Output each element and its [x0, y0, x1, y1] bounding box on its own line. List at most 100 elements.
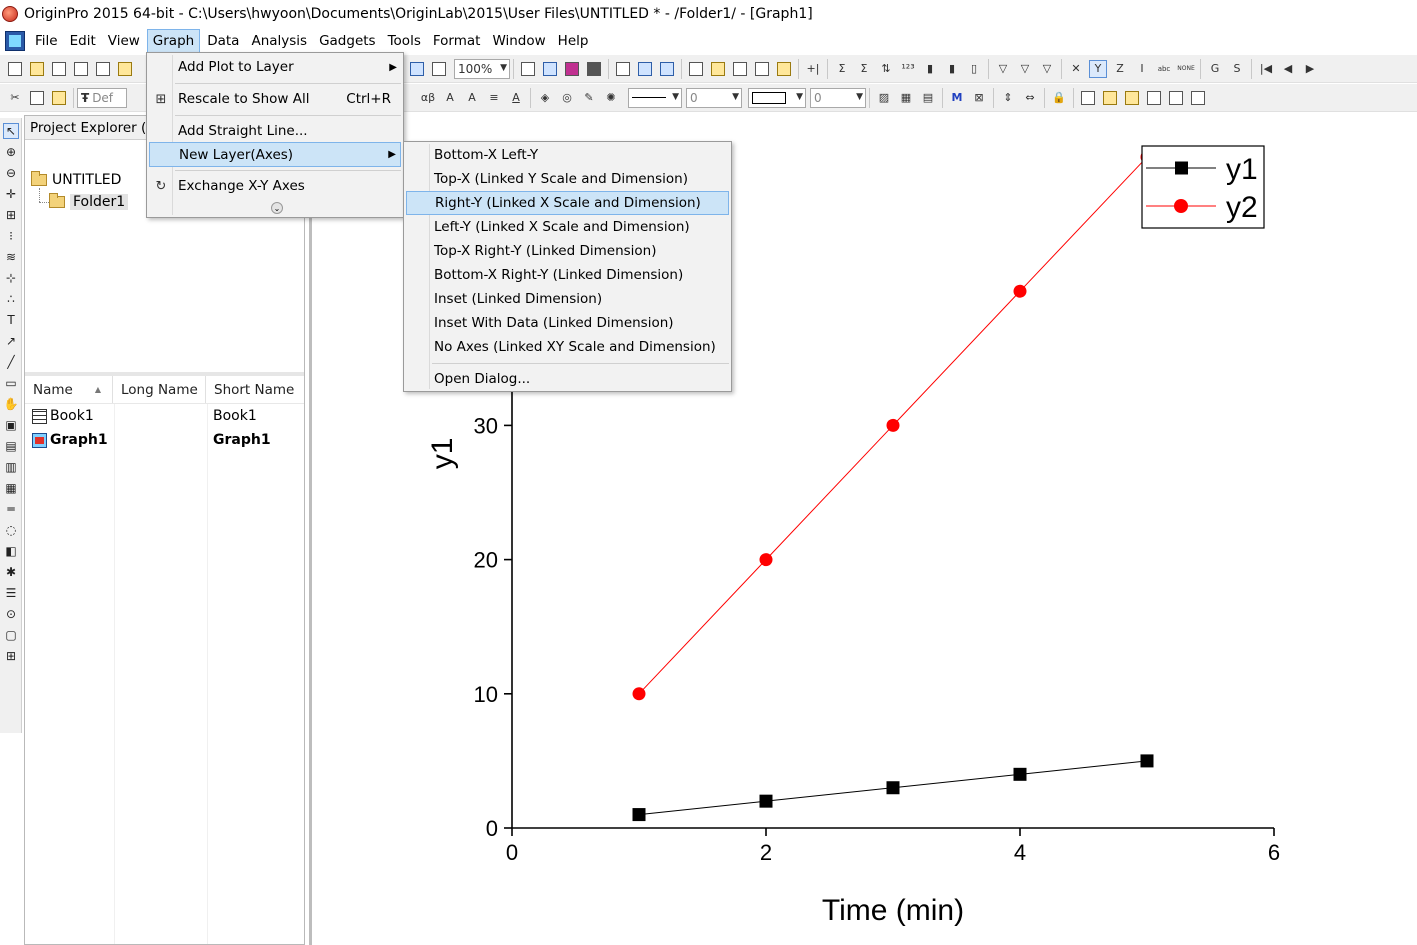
submenu-item-bottom-x-left-y[interactable]: Bottom-X Left-Y [406, 143, 729, 167]
set-group-icon[interactable]: G [1206, 60, 1224, 78]
move-to-first-icon[interactable]: |◀ [1257, 60, 1275, 78]
menu-window[interactable]: Window [487, 30, 550, 52]
document-icon[interactable] [5, 31, 25, 51]
new-matrix-icon[interactable] [116, 60, 134, 78]
copy-icon[interactable] [28, 89, 46, 107]
table-icon[interactable]: ▤ [919, 89, 937, 107]
format-paste-icon[interactable] [1145, 89, 1163, 107]
apply-theme-icon[interactable] [1167, 89, 1185, 107]
object-edit-icon[interactable]: ◧ [3, 543, 19, 559]
zoom-combo[interactable]: 100% ▼ [454, 58, 510, 79]
duplicate-icon[interactable] [408, 60, 426, 78]
theme-icon[interactable] [1101, 89, 1119, 107]
menu-item-rescale-to-show-all[interactable]: ⊞ Rescale to Show All Ctrl+R [149, 86, 401, 112]
layer-merge-icon[interactable]: ▦ [3, 480, 19, 496]
filter-icon[interactable]: ▽ [994, 60, 1012, 78]
hand-tool-icon[interactable]: ✋ [3, 396, 19, 412]
format-copy-icon[interactable] [1123, 89, 1141, 107]
menu-data[interactable]: Data [202, 30, 244, 52]
layer-extract-icon[interactable]: ▥ [3, 459, 19, 475]
line-style-combo[interactable]: ▼ [628, 87, 682, 108]
grid-icon[interactable]: ▦ [897, 89, 915, 107]
script-window-icon[interactable] [709, 60, 727, 78]
line-tool-icon[interactable]: ╱ [3, 354, 19, 370]
submenu-item-top-x[interactable]: Top-X (Linked Y Scale and Dimension) [406, 167, 729, 191]
menu-format[interactable]: Format [428, 30, 486, 52]
greek-icon[interactable]: αβ [419, 89, 437, 107]
set-disregard-icon[interactable]: ✕ [1067, 60, 1085, 78]
menu-graph[interactable]: Graph [146, 29, 201, 53]
expand-menu-chevron-icon[interactable]: ⌄ [271, 202, 283, 214]
new-project-icon[interactable] [6, 60, 24, 78]
column-chart-icon[interactable]: ▮ [921, 60, 939, 78]
submenu-item-right-y[interactable]: Right-Y (Linked X Scale and Dimension) [406, 191, 729, 215]
column-header-long-name[interactable]: Long Name [113, 376, 206, 403]
set-as-error-icon[interactable]: I [1133, 60, 1151, 78]
menu-item-exchange-xy-axes[interactable]: ↻ Exchange X-Y Axes [149, 173, 401, 199]
list-item[interactable]: Graph1 Graph1 [25, 428, 304, 452]
list-item[interactable]: Book1 Book1 [25, 404, 304, 428]
draw-data-icon[interactable]: ∴ [3, 291, 19, 307]
command-window-icon[interactable] [731, 60, 749, 78]
line-width-combo[interactable]: 0 ▼ [686, 87, 742, 108]
tree-node-folder1[interactable]: Folder1 [49, 193, 129, 210]
fill-color-icon[interactable]: ◈ [536, 89, 554, 107]
border-width-combo[interactable]: 0 ▼ [810, 87, 866, 108]
line-color-icon[interactable]: ✎ [580, 89, 598, 107]
align-icon[interactable]: ≡ [485, 89, 503, 107]
print-icon[interactable] [519, 60, 537, 78]
reapply-filter-icon[interactable]: ▽ [1038, 60, 1056, 78]
clear-filter-icon[interactable]: ▽ [1016, 60, 1034, 78]
circle-tool-icon[interactable]: ◌ [3, 522, 19, 538]
brightness-icon[interactable]: ✺ [602, 89, 620, 107]
zoom-out-icon[interactable]: ⊖ [3, 165, 19, 181]
distribute-icon[interactable]: ⇕ [999, 89, 1017, 107]
move-left-icon[interactable]: ◀ [1279, 60, 1297, 78]
data-selector-icon[interactable]: ⁝ [3, 228, 19, 244]
export-icon[interactable] [541, 60, 559, 78]
move-right-icon[interactable]: ▶ [1301, 60, 1319, 78]
column-header-name[interactable]: Name ▲ [25, 376, 113, 403]
menu-item-add-straight-line[interactable]: Add Straight Line... [149, 118, 401, 144]
menu-file[interactable]: File [30, 30, 63, 52]
submenu-item-open-dialog[interactable]: Open Dialog... [406, 367, 729, 391]
menu-edit[interactable]: Edit [65, 30, 101, 52]
tree-node-root[interactable]: UNTITLED [31, 171, 121, 188]
unmerge-icon[interactable]: ⊠ [970, 89, 988, 107]
column-header-short-name[interactable]: Short Name [206, 376, 301, 403]
hatch-icon[interactable]: ▨ [875, 89, 893, 107]
screen-reader-icon[interactable]: ✛ [3, 186, 19, 202]
list-tool-icon[interactable]: ☰ [3, 585, 19, 601]
border-color-combo[interactable]: ▼ [748, 87, 806, 108]
paste-icon[interactable] [50, 89, 68, 107]
grid-tool-icon[interactable]: ⊞ [3, 648, 19, 664]
menu-tools[interactable]: Tools [383, 30, 426, 52]
theme-organizer-icon[interactable] [1189, 89, 1207, 107]
notes-icon[interactable] [753, 60, 771, 78]
folder-tool-icon[interactable]: ▢ [3, 627, 19, 643]
submenu-item-no-axes[interactable]: No Axes (Linked XY Scale and Dimension) [406, 335, 729, 359]
menu-item-add-plot-to-layer[interactable]: Add Plot to Layer ▶ [149, 54, 401, 80]
spread-icon[interactable]: ⇔ [1021, 89, 1039, 107]
region-mask-icon[interactable]: ≋ [3, 249, 19, 265]
project-explorer-icon[interactable] [687, 60, 705, 78]
stats-icon[interactable]: Σ [855, 60, 873, 78]
add-column-icon[interactable]: +| [804, 60, 822, 78]
messages-icon[interactable] [658, 60, 676, 78]
zoom-in-icon[interactable]: ⊕ [3, 144, 19, 160]
submenu-item-bottom-x-right-y[interactable]: Bottom-X Right-Y (Linked Dimension) [406, 263, 729, 287]
rectangle-tool-icon[interactable]: ▭ [3, 375, 19, 391]
menu-item-new-layer-axes[interactable]: New Layer(Axes) ▶ [149, 142, 401, 167]
bar-chart-icon[interactable]: ▮ [943, 60, 961, 78]
lock-icon[interactable]: 🔒 [1050, 89, 1068, 107]
row-numbers-icon[interactable]: ¹²³ [899, 60, 917, 78]
submenu-item-left-y[interactable]: Left-Y (Linked X Scale and Dimension) [406, 215, 729, 239]
sparkle-tool-icon[interactable]: ✱ [3, 564, 19, 580]
submenu-item-top-x-right-y[interactable]: Top-X Right-Y (Linked Dimension) [406, 239, 729, 263]
object-manager-icon[interactable] [1079, 89, 1097, 107]
set-as-z-icon[interactable]: Z [1111, 60, 1129, 78]
set-as-y-icon[interactable]: Y [1089, 59, 1107, 78]
data-reader-icon[interactable]: ⊞ [3, 207, 19, 223]
font-increase-icon[interactable]: A [441, 89, 459, 107]
menu-help[interactable]: Help [553, 30, 594, 52]
